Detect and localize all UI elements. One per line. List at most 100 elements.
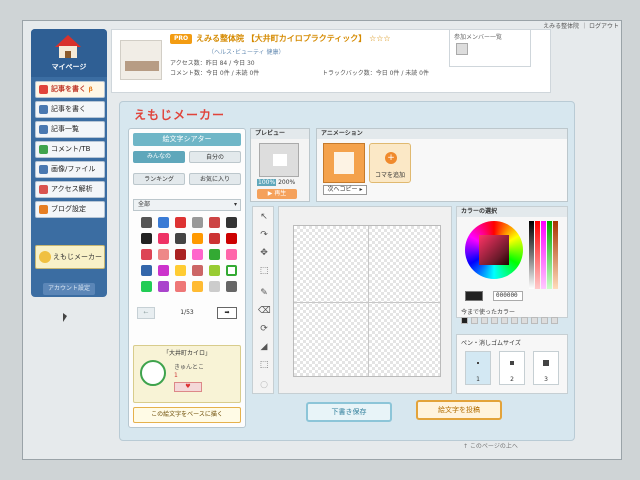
blog-title[interactable]: えみる整体院 【大井町カイロプラクティック】 ☆☆☆: [196, 33, 391, 44]
emoji-item[interactable]: [192, 265, 203, 276]
brush-size-2[interactable]: 2: [499, 351, 525, 385]
animation-frame[interactable]: [323, 143, 365, 183]
undo-icon[interactable]: ↖: [258, 211, 270, 223]
zoom-options: 100% 200%: [257, 179, 295, 186]
pen-icon[interactable]: ✎: [258, 287, 270, 299]
animation-panel: アニメーション 次へコピー ▸ + コマを追加: [316, 128, 568, 202]
emoji-item[interactable]: [209, 281, 220, 292]
blog-category[interactable]: （ヘルス･ビューティ 健康）: [208, 47, 285, 56]
play-button[interactable]: ▶ 再生: [257, 189, 297, 199]
preview-image: [259, 143, 299, 177]
page-indicator: 1/53: [180, 309, 194, 316]
copy-next-button[interactable]: 次へコピー ▸: [323, 185, 367, 195]
mypage-link[interactable]: マイページ: [31, 29, 107, 77]
zoom-200-option[interactable]: 200%: [278, 179, 295, 186]
use-as-base-button[interactable]: この絵文字をベースに描く: [133, 407, 241, 423]
recent-color-swatch[interactable]: [461, 317, 468, 324]
recent-color-swatch[interactable]: [541, 317, 548, 324]
page-top-link[interactable]: ↑ このページの上へ: [463, 441, 518, 450]
redo-icon[interactable]: ↷: [258, 229, 270, 241]
favorite-button[interactable]: ♥: [174, 382, 202, 392]
emoji-item[interactable]: [141, 265, 152, 276]
recent-color-swatch[interactable]: [501, 317, 508, 324]
emoji-item[interactable]: [158, 281, 169, 292]
emoji-item[interactable]: [158, 217, 169, 228]
emoji-item[interactable]: [226, 217, 237, 228]
emoji-item[interactable]: [192, 233, 203, 244]
zoom-100-option[interactable]: 100%: [257, 179, 277, 186]
recent-color-swatch[interactable]: [481, 317, 488, 324]
emoji-item[interactable]: [158, 249, 169, 260]
select-icon[interactable]: ⬚: [258, 265, 270, 277]
sidebar-item-analytics[interactable]: アクセス解析: [35, 181, 105, 198]
shade-picker[interactable]: [479, 235, 509, 265]
save-draft-button[interactable]: 下書き保存: [306, 402, 392, 422]
tab-everyone[interactable]: みんなの: [133, 151, 185, 163]
circle-icon[interactable]: ○: [258, 379, 270, 391]
fill-icon[interactable]: ◢: [258, 341, 270, 353]
emoji-item[interactable]: [192, 249, 203, 260]
sidebar-item-write-beta[interactable]: 記事を書く β ver.: [35, 81, 105, 108]
emoji-item[interactable]: [226, 249, 237, 260]
emoji-item[interactable]: [192, 281, 203, 292]
sidebar-item-write[interactable]: 記事を書く: [35, 101, 105, 118]
move-icon[interactable]: ✥: [258, 247, 270, 259]
emoji-item[interactable]: [141, 217, 152, 228]
emoji-item[interactable]: [141, 281, 152, 292]
prev-page-button[interactable]: ←: [137, 307, 155, 319]
emoji-item[interactable]: [226, 281, 237, 292]
sidebar-item-label: 記事を書く: [51, 85, 86, 93]
emoji-item[interactable]: [175, 281, 186, 292]
emoji-item[interactable]: [209, 217, 220, 228]
tab-mine[interactable]: 自分の: [189, 151, 241, 163]
sidebar-item-settings[interactable]: ブログ設定: [35, 201, 105, 218]
recent-color-swatch[interactable]: [531, 317, 538, 324]
eraser-icon[interactable]: ⌫: [258, 305, 271, 317]
recent-color-swatch[interactable]: [511, 317, 518, 324]
current-color-swatch: [465, 291, 483, 301]
emoji-item[interactable]: [158, 233, 169, 244]
emoji-author[interactable]: きゅんとこ: [174, 362, 204, 371]
sidebar-item-comments[interactable]: コメント/TB: [35, 141, 105, 158]
recent-color-swatch[interactable]: [491, 317, 498, 324]
brush-size-3[interactable]: 3: [533, 351, 559, 385]
brush-size-label: 2: [510, 376, 514, 383]
emoji-item[interactable]: [175, 265, 186, 276]
post-emoji-button[interactable]: 絵文字を投稿: [416, 400, 502, 420]
emoji-item[interactable]: [175, 249, 186, 260]
emoji-item[interactable]: [141, 249, 152, 260]
sidebar-item-emoji-maker[interactable]: えもじメーカー: [35, 245, 105, 269]
emoji-item[interactable]: [226, 233, 237, 244]
brush-size-panel: ペン・消しゴムサイズ 1 2 3: [456, 334, 568, 394]
emoji-item[interactable]: [209, 233, 220, 244]
emoji-item[interactable]: [175, 217, 186, 228]
add-frame-button[interactable]: + コマを追加: [369, 143, 411, 183]
recent-color-swatch[interactable]: [521, 317, 528, 324]
recent-color-swatch[interactable]: [471, 317, 478, 324]
color-wheel[interactable]: [465, 221, 523, 279]
tab-ranking[interactable]: ランキング: [133, 173, 185, 185]
sidebar-item-articles[interactable]: 記事一覧: [35, 121, 105, 138]
emoji-item[interactable]: [141, 233, 152, 244]
account-settings-button[interactable]: アカウント設定: [43, 283, 95, 295]
drawing-canvas[interactable]: [293, 225, 441, 377]
emoji-item-selected[interactable]: [226, 265, 237, 276]
blog-thumbnail[interactable]: [120, 40, 162, 80]
hex-input[interactable]: 000000: [493, 291, 523, 301]
emoji-theater: 絵文字シアター みんなの 自分の ランキング お気に入り 全部 ▾ ← 1/53…: [128, 128, 246, 428]
emoji-item[interactable]: [158, 265, 169, 276]
recent-color-swatch[interactable]: [551, 317, 558, 324]
avatar[interactable]: [456, 43, 468, 55]
sidebar-item-images[interactable]: 画像/ファイル: [35, 161, 105, 178]
copy-icon[interactable]: ⬚: [258, 359, 270, 371]
emoji-item[interactable]: [209, 249, 220, 260]
color-palette[interactable]: [529, 221, 563, 289]
next-page-button[interactable]: ➡: [217, 307, 237, 319]
tab-favorites[interactable]: お気に入り: [189, 173, 241, 185]
emoji-item[interactable]: [175, 233, 186, 244]
filter-select[interactable]: 全部 ▾: [133, 199, 241, 211]
brush-size-1[interactable]: 1: [465, 351, 491, 385]
emoji-item[interactable]: [209, 265, 220, 276]
rotate-icon[interactable]: ⟳: [258, 323, 270, 335]
emoji-item[interactable]: [192, 217, 203, 228]
